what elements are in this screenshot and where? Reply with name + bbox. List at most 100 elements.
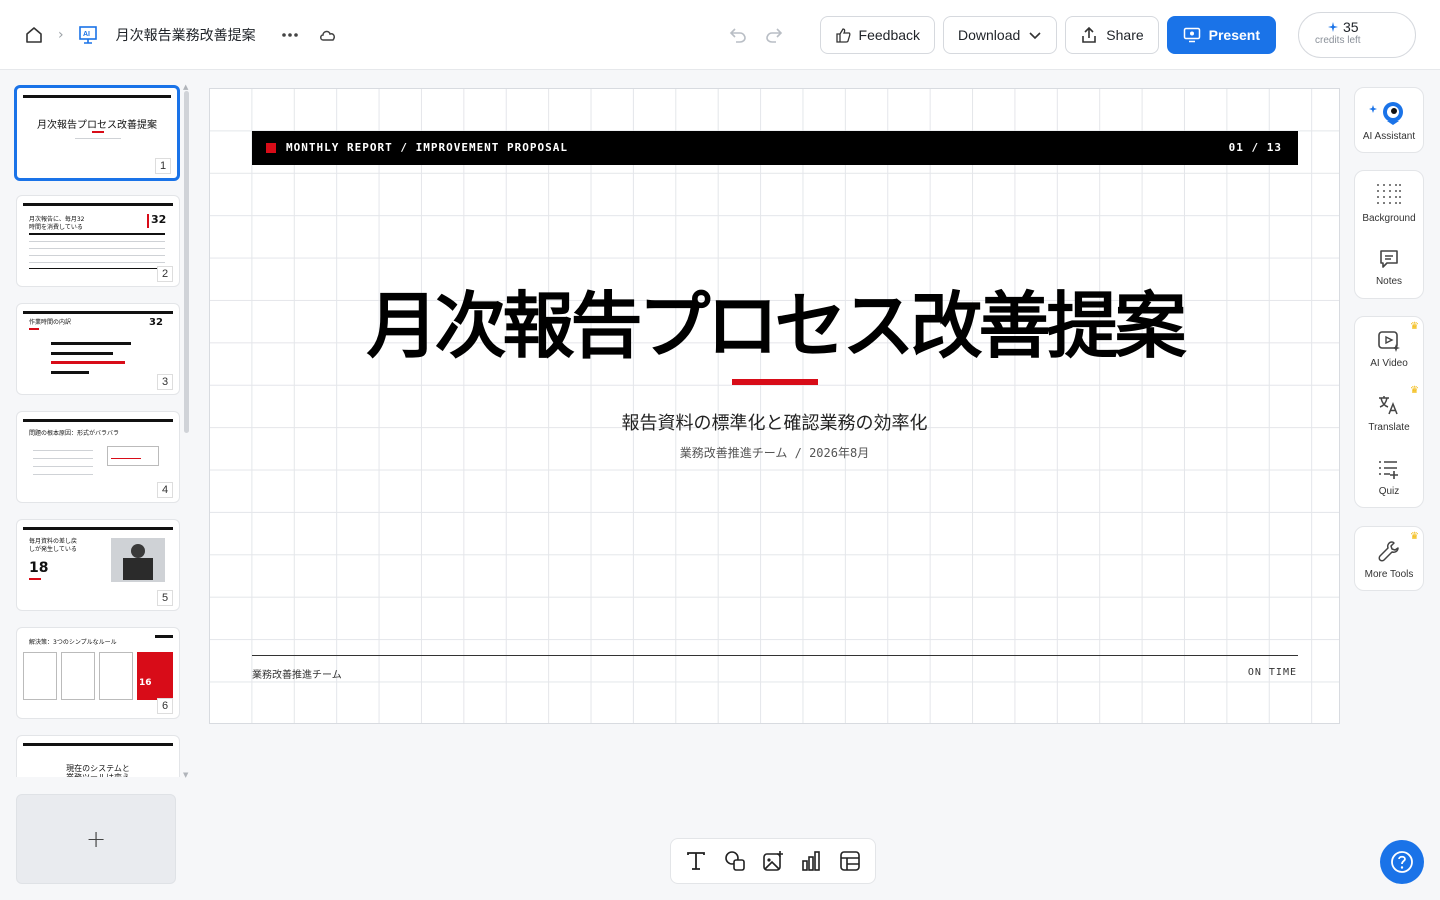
document-title[interactable]: 月次報告業務改善提案 — [116, 25, 256, 45]
thumb-title: 現在のシステムと業務ツールは変えない — [66, 764, 130, 777]
more-tools-label: More Tools — [1364, 568, 1414, 580]
quiz-label: Quiz — [1378, 485, 1400, 497]
thumb-stat: 16 — [139, 678, 152, 688]
more-options-icon[interactable] — [276, 21, 304, 49]
footer-rule[interactable] — [252, 655, 1298, 656]
slide-footer-right[interactable]: ON TIME — [1248, 667, 1297, 678]
ai-assistant-button[interactable]: AI Assistant — [1355, 88, 1423, 152]
thumb-bullet — [33, 474, 93, 475]
undo-icon[interactable] — [724, 21, 752, 49]
slide-thumbnail-6[interactable]: 解決策：3つのシンプルなルール 16 6 — [16, 627, 180, 719]
thumb-red-card: 16 — [137, 652, 173, 700]
slide-thumbnail-3[interactable]: 作業時間の内訳 32 3 — [16, 303, 180, 395]
slide-footer-left[interactable]: 業務改善推進チーム — [252, 666, 342, 681]
slide-subtitle[interactable]: 報告資料の標準化と確認業務の効率化 — [210, 409, 1339, 435]
thumb-stat: 32 — [151, 213, 167, 226]
wrench-icon — [1378, 540, 1399, 561]
thumb-card — [61, 652, 95, 700]
top-bar: › AI 月次報告業務改善提案 Feedback Download Share … — [0, 0, 1440, 70]
slide-thumbnail-2[interactable]: 月次報告に、毎月32時間を消費している 32 2 — [16, 195, 180, 287]
thumb-bar-1 — [51, 342, 131, 345]
scroll-up-arrow[interactable]: ▲ — [183, 83, 188, 91]
share-icon — [1082, 26, 1097, 43]
notes-label: Notes — [1375, 275, 1403, 287]
thumb-title: 月次報告プロセス改善提案 — [37, 120, 157, 131]
thumb-subtitle-line — [75, 138, 121, 139]
thumb-title: 月次報告に、毎月32時間を消費している — [29, 216, 85, 231]
thumb-header-bar — [23, 527, 173, 530]
thumb-table-total — [29, 268, 165, 269]
slide-thumbnail-1[interactable]: 月次報告プロセス改善提案 1 — [14, 85, 180, 181]
thumb-bullet — [33, 458, 93, 459]
translate-button[interactable]: ♛ Translate — [1355, 381, 1423, 445]
red-square-marker — [266, 143, 276, 153]
slide-number: 1 — [155, 158, 171, 174]
title-red-rule[interactable] — [732, 379, 818, 385]
chart-tool-icon[interactable] — [797, 847, 825, 875]
ai-assistant-group: AI Assistant — [1354, 87, 1424, 153]
slide-canvas[interactable]: MONTHLY REPORT / IMPROVEMENT PROPOSAL 01… — [209, 88, 1340, 724]
slide-meta[interactable]: 業務改善推進チーム / 2026年8月 — [210, 444, 1339, 461]
thumb-card — [99, 652, 133, 700]
thumb-photo — [111, 538, 165, 582]
breadcrumb: › AI 月次報告業務改善提案 — [20, 18, 342, 52]
background-button[interactable]: Background — [1355, 171, 1423, 235]
share-button[interactable]: Share — [1065, 16, 1159, 54]
download-button[interactable]: Download — [943, 16, 1058, 54]
thumbnail-scrollbar[interactable] — [184, 91, 189, 433]
ai-assistant-icon — [1369, 101, 1403, 125]
present-button[interactable]: Present — [1166, 16, 1276, 54]
chevron-right-icon: › — [58, 27, 64, 43]
feedback-button[interactable]: Feedback — [819, 16, 936, 54]
help-button[interactable] — [1380, 840, 1424, 884]
slide-header-label: MONTHLY REPORT / IMPROVEMENT PROPOSAL — [286, 141, 569, 154]
slide-thumbnail-7[interactable]: 現在のシステムと業務ツールは変えない — [16, 735, 180, 777]
background-label: Background — [1362, 212, 1416, 224]
thumb-title: 作業時間の内訳 — [29, 319, 72, 326]
slide-thumbnail-5[interactable]: 毎月資料の差し戻しが発生している 18 5 — [16, 519, 180, 611]
thumb-table-header — [29, 233, 165, 235]
slide-title[interactable]: 月次報告プロセス改善提案 — [210, 267, 1339, 372]
premium-crown-icon: ♛ — [1410, 385, 1419, 396]
slide-header-bar[interactable]: MONTHLY REPORT / IMPROVEMENT PROPOSAL 01… — [252, 131, 1298, 165]
thumb-red-rule — [29, 328, 39, 330]
credits-badge[interactable]: 35 credits left — [1298, 12, 1416, 58]
shape-tool-icon[interactable] — [721, 847, 749, 875]
credits-label: credits left — [1315, 35, 1361, 46]
home-icon[interactable] — [20, 21, 48, 49]
thumb-table-row — [29, 255, 165, 256]
ai-video-button[interactable]: ♛ AI Video — [1355, 317, 1423, 381]
slide-thumbnail-4[interactable]: 問題の根本原因：形式がバラバラ 4 — [16, 411, 180, 503]
credits-count: 35 — [1343, 19, 1359, 35]
thumb-tag — [155, 635, 173, 638]
add-slide-button[interactable]: + — [16, 794, 176, 884]
table-tool-icon[interactable] — [836, 847, 864, 875]
text-tool-icon[interactable] — [682, 847, 710, 875]
thumb-table-row — [29, 248, 165, 249]
quiz-list-icon — [1379, 460, 1398, 479]
redo-icon[interactable] — [760, 21, 788, 49]
quiz-button[interactable]: Quiz — [1355, 445, 1423, 509]
more-tools-button[interactable]: ♛ More Tools — [1355, 527, 1423, 591]
download-label: Download — [958, 27, 1021, 43]
translate-label: Translate — [1368, 421, 1410, 433]
feedback-label: Feedback — [858, 27, 921, 43]
thumb-header-bar — [23, 311, 173, 314]
ai-assistant-label: AI Assistant — [1362, 130, 1416, 142]
notes-button[interactable]: Notes — [1355, 235, 1423, 299]
thumb-bullet — [33, 466, 93, 467]
present-label: Present — [1208, 27, 1260, 43]
thumb-header-bar — [23, 419, 173, 422]
thumb-red-rule — [92, 131, 104, 133]
thumb-red-rule — [29, 578, 41, 580]
scroll-down-arrow[interactable]: ▼ — [183, 771, 188, 779]
thumb-bar-4 — [51, 371, 89, 374]
ai-video-icon — [1378, 330, 1400, 352]
thumb-bar-2 — [51, 352, 113, 355]
thumb-stat: 18 — [29, 560, 49, 576]
image-tool-icon[interactable] — [759, 847, 787, 875]
slide-page-indicator: 01 / 13 — [1228, 141, 1282, 154]
cloud-sync-icon — [314, 21, 342, 49]
share-label: Share — [1106, 27, 1144, 43]
thumb-title: 毎月資料の差し戻しが発生している — [29, 538, 78, 553]
